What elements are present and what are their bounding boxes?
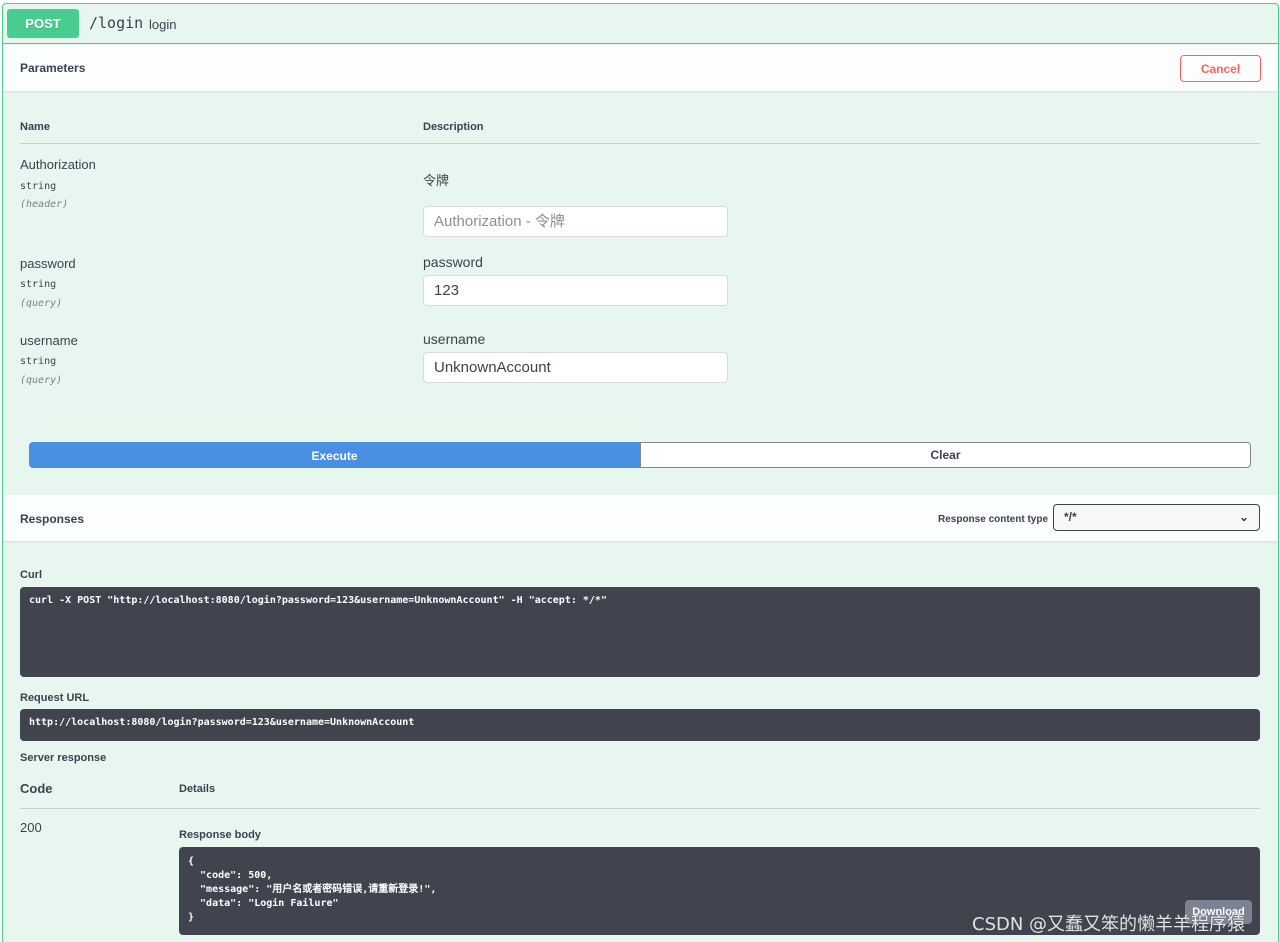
param-name-username: username bbox=[20, 333, 78, 348]
param-type: string bbox=[20, 356, 57, 367]
curl-label: Curl bbox=[20, 569, 42, 581]
endpoint-path: /login bbox=[89, 14, 144, 32]
response-body-label: Response body bbox=[179, 829, 261, 841]
authorization-input[interactable] bbox=[423, 206, 728, 237]
response-content-type-select[interactable]: */* ⌄ bbox=[1053, 504, 1260, 531]
response-status-code: 200 bbox=[20, 820, 42, 835]
response-content-type-label: Response content type bbox=[938, 514, 1049, 525]
request-url-block[interactable]: http://localhost:8080/login?password=123… bbox=[20, 709, 1260, 741]
selected-content-type: */* bbox=[1064, 510, 1077, 524]
details-column-header: Details bbox=[179, 783, 216, 795]
header-divider bbox=[20, 143, 1260, 144]
param-type: string bbox=[20, 181, 57, 192]
operation-summary[interactable]: POST /login login bbox=[3, 4, 1278, 44]
param-description-username: username bbox=[423, 331, 486, 347]
parameters-header: Parameters Cancel bbox=[3, 45, 1278, 91]
param-name-authorization: Authorization bbox=[20, 157, 96, 172]
param-name-password: password bbox=[20, 256, 76, 271]
parameters-title: Parameters bbox=[20, 61, 86, 75]
watermark: CSDN @又蠢又笨的懒羊羊程序猿 bbox=[972, 914, 1246, 935]
responses-header: Responses Response content type */* ⌄ bbox=[3, 495, 1278, 541]
column-description-header: Description bbox=[423, 121, 484, 133]
endpoint-summary: login bbox=[149, 17, 177, 32]
password-input[interactable] bbox=[423, 275, 728, 306]
column-name-header: Name bbox=[20, 121, 50, 133]
http-method-badge: POST bbox=[7, 9, 79, 38]
param-location: (query) bbox=[20, 298, 63, 309]
param-description-authorization: 令牌 bbox=[423, 173, 450, 188]
code-column-header: Code bbox=[20, 781, 53, 796]
param-type: string bbox=[20, 279, 57, 290]
execute-button-group: Execute Clear bbox=[29, 442, 1251, 468]
operation-block: POST /login login Parameters Cancel Name… bbox=[2, 3, 1279, 942]
cancel-button[interactable]: Cancel bbox=[1180, 55, 1261, 82]
curl-code-block[interactable]: curl -X POST "http://localhost:8080/logi… bbox=[20, 587, 1260, 677]
response-divider bbox=[20, 808, 1260, 809]
username-input[interactable] bbox=[423, 352, 728, 383]
param-location: (header) bbox=[20, 199, 69, 210]
server-response-label: Server response bbox=[20, 752, 107, 764]
responses-title: Responses bbox=[20, 512, 85, 526]
execute-button[interactable]: Execute bbox=[29, 442, 640, 468]
request-url-label: Request URL bbox=[20, 692, 90, 704]
param-description-password: password bbox=[423, 254, 483, 270]
param-location: (query) bbox=[20, 375, 63, 386]
chevron-down-icon: ⌄ bbox=[1238, 510, 1249, 524]
clear-button[interactable]: Clear bbox=[640, 442, 1251, 468]
